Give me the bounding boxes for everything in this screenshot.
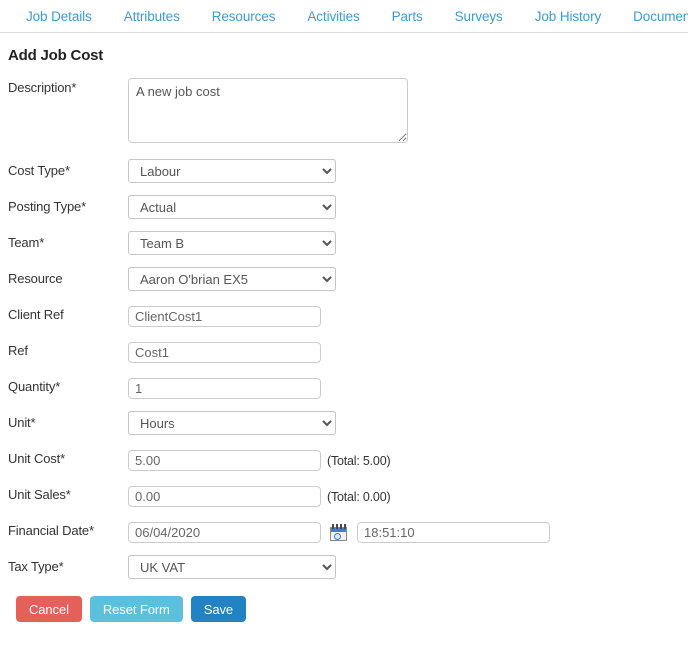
field-row-quantity: Quantity* xyxy=(8,373,688,399)
financial-time-input[interactable] xyxy=(357,522,550,543)
tab-resources[interactable]: Resources xyxy=(196,0,292,32)
quantity-input[interactable] xyxy=(128,378,321,399)
tax-type-select[interactable]: UK VAT xyxy=(128,555,336,579)
quantity-label: Quantity* xyxy=(8,379,61,394)
unit-cost-label: Unit Cost* xyxy=(8,451,66,466)
field-row-posting-type: Posting Type* Actual xyxy=(8,193,688,219)
reset-form-button[interactable]: Reset Form xyxy=(89,596,183,622)
page-title: Add Job Cost xyxy=(8,47,104,64)
financial-date-label: Financial Date* xyxy=(8,523,94,538)
field-row-financial-date: Financial Date* xyxy=(8,517,688,543)
unit-sales-total: (Total: 0.00) xyxy=(327,489,391,504)
tab-activities[interactable]: Activities xyxy=(291,0,375,32)
team-label: Team* xyxy=(8,235,45,250)
resource-label: Resource xyxy=(8,271,63,286)
cancel-button[interactable]: Cancel xyxy=(16,596,82,622)
form-actions: Cancel Reset Form Save xyxy=(8,596,688,622)
unit-cost-input[interactable] xyxy=(128,450,321,471)
field-row-ref: Ref xyxy=(8,337,688,363)
field-row-unit-sales: Unit Sales* (Total: 0.00) xyxy=(8,481,688,507)
tab-attributes[interactable]: Attributes xyxy=(108,0,196,32)
field-row-cost-type: Cost Type* Labour xyxy=(8,157,688,183)
tab-job-details[interactable]: Job Details xyxy=(10,0,108,32)
unit-sales-input[interactable] xyxy=(128,486,321,507)
field-row-team: Team* Team B xyxy=(8,229,688,255)
ref-label: Ref xyxy=(8,343,28,358)
cost-type-select[interactable]: Labour xyxy=(128,159,336,183)
ref-input[interactable] xyxy=(128,342,321,363)
financial-date-input[interactable] xyxy=(128,522,321,543)
save-button[interactable]: Save xyxy=(190,596,247,622)
resource-select[interactable]: Aaron O'brian EX5 xyxy=(128,267,336,291)
team-select[interactable]: Team B xyxy=(128,231,336,255)
tab-bar: Job Details Attributes Resources Activit… xyxy=(0,0,688,33)
description-label: Description* xyxy=(8,80,77,95)
field-row-resource: Resource Aaron O'brian EX5 xyxy=(8,265,688,291)
field-row-tax-type: Tax Type* UK VAT xyxy=(8,553,688,579)
calendar-icon[interactable] xyxy=(330,524,347,541)
add-job-cost-form: Add Job Cost Description* Cost Type* Lab… xyxy=(0,33,688,622)
tax-type-label: Tax Type* xyxy=(8,559,64,574)
field-row-description: Description* xyxy=(8,78,688,143)
client-ref-input[interactable] xyxy=(128,306,321,327)
unit-sales-label: Unit Sales* xyxy=(8,487,71,502)
posting-type-select[interactable]: Actual xyxy=(128,195,336,219)
client-ref-label: Client Ref xyxy=(8,307,64,322)
tab-job-history[interactable]: Job History xyxy=(519,0,617,32)
field-row-unit: Unit* Hours xyxy=(8,409,688,435)
posting-type-label: Posting Type* xyxy=(8,199,87,214)
tab-surveys[interactable]: Surveys xyxy=(439,0,519,32)
tab-parts[interactable]: Parts xyxy=(376,0,439,32)
field-row-client-ref: Client Ref xyxy=(8,301,688,327)
description-input[interactable] xyxy=(128,78,408,143)
field-row-unit-cost: Unit Cost* (Total: 5.00) xyxy=(8,445,688,471)
unit-cost-total: (Total: 5.00) xyxy=(327,453,391,468)
unit-select[interactable]: Hours xyxy=(128,411,336,435)
unit-label: Unit* xyxy=(8,415,36,430)
tab-documents[interactable]: Documents xyxy=(617,0,688,32)
cost-type-label: Cost Type* xyxy=(8,163,70,178)
